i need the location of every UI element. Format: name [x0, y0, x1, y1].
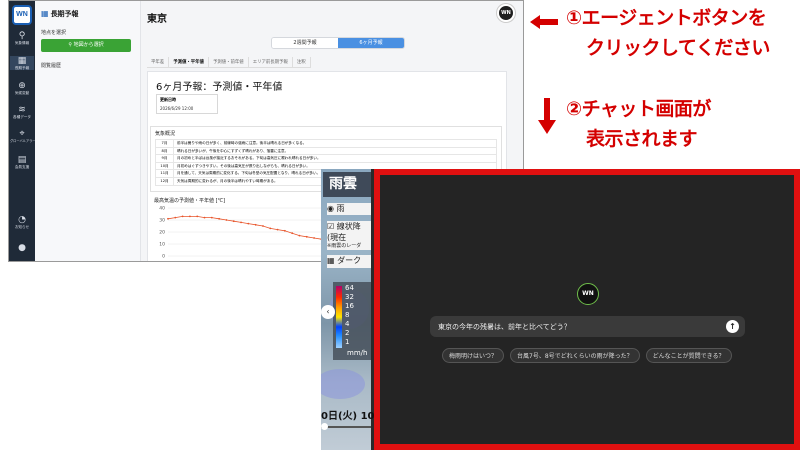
chat-panel: WN 東京の今年の残暑は、前年と比べてどう？ ↑ 梅雨明けはいつ？ 台風7号、8… [374, 169, 800, 450]
y-tick-label: 10 [159, 242, 165, 248]
rail-item-member-support[interactable]: ▤ 会員支援 [10, 155, 34, 169]
database-icon: ≋ [18, 105, 26, 115]
send-icon[interactable]: ↑ [726, 320, 739, 333]
data-point [240, 221, 242, 224]
chat-screenshot: 雨雲 ◉ 雨 ☑ 線状降 (現在 ※雨雲のレーダ ▦ ダーク 64 32 16 … [321, 169, 800, 450]
data-point [232, 220, 235, 223]
step1-note: ①エージェントボタンを [566, 7, 767, 29]
side-panel: ▦ 長期予報 地点を選択 ⚲ 地図から選択 閲覧履歴 [35, 1, 141, 261]
legend-color-bar [336, 286, 342, 348]
map-title: 雨雲 [323, 172, 371, 197]
map-option-linear[interactable]: ☑ 線状降 [327, 221, 371, 232]
map-option-current: (現在 [327, 232, 371, 242]
down-arrow-icon [538, 98, 556, 134]
tab-notes[interactable]: 注釈 [293, 57, 311, 67]
rail-item-notices[interactable]: ◔ お知らせ [10, 215, 34, 229]
tab-forecast-prev-year[interactable]: 予測値・前年値 [209, 57, 249, 67]
left-arrow-icon [530, 15, 558, 29]
person-icon: ⚲ [18, 31, 26, 41]
suggestion-chip[interactable]: 台風7号、8号でどれくらいの雨が降った？ [510, 348, 640, 363]
map-note: ※雨雲のレーダ [327, 242, 371, 250]
page-title: 東京 [147, 14, 167, 25]
y-tick-label: 0 [162, 254, 165, 260]
location-label: 地点を選択 [41, 30, 67, 36]
y-tick-label: 20 [159, 230, 165, 236]
data-point [291, 232, 294, 235]
tab-2-week[interactable]: 2週間予報 [272, 38, 338, 48]
rail-item-long-range[interactable]: ▦ 長期予報 [10, 56, 34, 70]
calendar-icon: ▦ [17, 56, 27, 66]
map-option-dark[interactable]: ▦ ダーク [327, 255, 371, 268]
grid-icon: ▤ [17, 155, 27, 165]
data-point [167, 217, 169, 220]
suggestion-chip[interactable]: 梅雨明けはいつ？ [442, 348, 505, 363]
calendar-icon: ▦ [41, 9, 49, 18]
data-point [225, 219, 228, 221]
data-point [181, 215, 184, 218]
overview-title: 気象概況 [155, 131, 176, 137]
data-point [174, 216, 177, 219]
data-point [254, 223, 257, 226]
icon-rail: WN ⚲ 気象情報 ▦ 長期予報 ⊕ 気候変動 ≋ 各種データ ⌖ グローバルア… [9, 1, 39, 261]
data-point [189, 215, 191, 218]
y-tick-label: 30 [159, 218, 165, 224]
step2-note: ②チャット画面が [566, 98, 711, 120]
rail-item-data[interactable]: ≋ 各種データ [10, 105, 34, 119]
map-option-rain[interactable]: ◉ 雨 [327, 203, 371, 215]
section-heading: 6ヶ月予報：予測値・平年値 [156, 82, 283, 93]
globe-icon: ⊕ [18, 81, 26, 91]
slider-knob[interactable] [321, 423, 328, 430]
data-point [298, 234, 301, 237]
tab-normal-diff[interactable]: 平年差 [147, 57, 170, 67]
rail-item-weather[interactable]: ⚲ 気象情報 [10, 31, 34, 45]
rain-map[interactable]: 雨雲 ◉ 雨 ☑ 線状降 (現在 ※雨雲のレーダ ▦ ダーク 64 32 16 … [321, 169, 385, 450]
table-row: 9月 月の初めと半ばは台風が接近するおそれがある。下旬は高気圧に覆われ晴れる日が多… [155, 154, 497, 163]
updated-box: 更新日時 2026/6/29 12:00 [156, 94, 218, 114]
brand-logo[interactable]: WN [12, 5, 32, 25]
temperature-chart: 0 10 20 30 40 [159, 206, 337, 260]
agent-button[interactable]: WN [497, 4, 515, 22]
data-point [305, 235, 308, 238]
agent-logo: WN [577, 283, 599, 305]
history-label: 閲覧履歴 [41, 63, 62, 69]
chevron-left-icon[interactable]: ‹ [321, 305, 335, 319]
suggestions: 梅雨明けはいつ？ 台風7号、8号でどれくらいの雨が降った？ どんなことが質問でき… [442, 348, 732, 363]
rail-item-account[interactable]: ● [10, 243, 34, 253]
suggestion-chip[interactable]: どんなことが質問できる？ [645, 348, 732, 363]
sub-tabs: 平年差 予測値・平年値 予測値・前年値 エリア前長期予報 注釈 [147, 57, 311, 68]
chat-input-text: 東京の今年の残暑は、前年と比べてどう？ [438, 323, 571, 331]
y-tick-label: 40 [159, 206, 165, 212]
chat-input[interactable]: 東京の今年の残暑は、前年と比べてどう？ ↑ [430, 316, 745, 337]
chart-title: 最高気温の予測値・平年値 [℃] [154, 198, 226, 204]
rail-item-global-alert[interactable]: ⌖ グローバルアラート [10, 129, 39, 143]
data-point [196, 215, 199, 218]
data-point [247, 222, 250, 225]
updated-value: 2026/6/29 12:00 [160, 106, 194, 111]
rail-item-climate[interactable]: ⊕ 気候変動 [10, 81, 34, 95]
data-point [210, 216, 213, 219]
data-point [313, 237, 315, 239]
data-point [218, 217, 221, 220]
forecast-range-toggle: 2週間予報 6ヶ月予報 [271, 37, 405, 49]
rain-legend: 64 32 16 8 4 2 1 mm/h [333, 282, 371, 360]
tab-area-forecast[interactable]: エリア前長期予報 [249, 57, 293, 67]
bell-icon: ◔ [18, 215, 26, 225]
data-point [276, 228, 279, 231]
time-slider[interactable] [321, 423, 371, 430]
tab-6-month[interactable]: 6ヶ月予報 [338, 38, 404, 48]
updated-label: 更新日時 [160, 97, 176, 102]
step1-note-line2: クリックしてください [586, 37, 770, 59]
map-select-button[interactable]: ⚲ 地図から選択 [41, 39, 131, 52]
step2-note-line2: 表示されます [586, 128, 698, 150]
data-point [262, 225, 264, 227]
panel-title: ▦ 長期予報 [41, 9, 79, 18]
data-point [269, 227, 272, 230]
table-row: 7月 前半は曇りや雨の日が多く、前線時の強雨に注意。後半は晴れる日が多くなる。 [155, 139, 497, 148]
account-icon: ● [18, 243, 26, 253]
data-point [203, 216, 206, 219]
data-point [283, 229, 286, 232]
table-row: 8月 晴れる日が多いが、午後を中心にすずくず晴れがあり、落雷に注意。 [155, 146, 497, 156]
tab-forecast-normal[interactable]: 予測値・平年値 [169, 57, 209, 67]
satellite-icon: ⌖ [19, 129, 25, 139]
